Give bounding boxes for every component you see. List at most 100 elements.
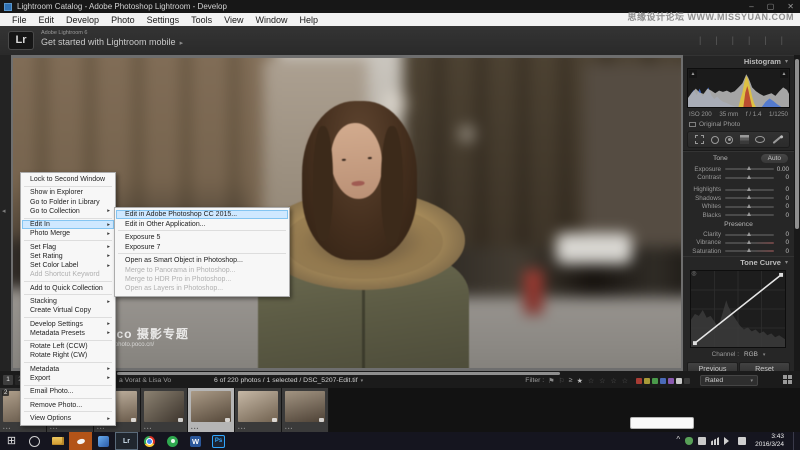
- color-chip[interactable]: [676, 378, 682, 384]
- highlight-clipping-icon[interactable]: ▲: [780, 70, 788, 78]
- module-tab[interactable]: [774, 35, 790, 45]
- slider-thumb[interactable]: [747, 240, 751, 244]
- panel-collapse-icon[interactable]: ◂: [2, 207, 6, 215]
- context-menu-item[interactable]: Go to Collection ▸: [22, 207, 114, 216]
- submenu-item[interactable]: Open as Layers in Photoshop...: [116, 284, 288, 293]
- show-desktop-button[interactable]: [793, 432, 796, 450]
- slider-thumb[interactable]: [747, 232, 751, 236]
- filmstrip-thumbnail[interactable]: [282, 388, 329, 432]
- slider-row[interactable]: Blacks 0: [683, 211, 794, 219]
- context-menu-item[interactable]: Set Flag ▸: [22, 243, 114, 252]
- menu-bar-item[interactable]: Settings: [141, 15, 186, 25]
- module-tab[interactable]: [725, 35, 741, 45]
- color-chip[interactable]: [636, 378, 642, 384]
- histogram[interactable]: ▲ ▲: [687, 68, 790, 108]
- context-menu-item[interactable]: Add to Quick Collection ▸: [22, 284, 114, 293]
- identity-plate[interactable]: Get started with Lightroom mobile▸: [41, 37, 183, 47]
- filmstrip-thumbnail[interactable]: [235, 388, 282, 432]
- star-icon[interactable]: ☆: [599, 377, 606, 385]
- submenu-item[interactable]: Merge to HDR Pro in Photoshop...: [116, 275, 288, 284]
- flag-pick-icon[interactable]: ⚑: [548, 377, 554, 385]
- slider-thumb[interactable]: [747, 248, 751, 252]
- context-menu-item[interactable]: Rotate Left (CCW) ▸: [22, 342, 114, 351]
- security-tray-icon[interactable]: [685, 437, 693, 445]
- taskbar-clock[interactable]: 3:43 2016/3/24: [751, 433, 788, 449]
- slider-row[interactable]: Vibrance 0: [683, 239, 794, 247]
- crop-overlay-icon[interactable]: [695, 135, 704, 144]
- context-menu-item[interactable]: Email Photo... ▸: [22, 387, 114, 396]
- submenu-item[interactable]: Exposure 7: [116, 242, 288, 251]
- submenu-item[interactable]: Merge to Panorama in Photoshop...: [116, 265, 288, 274]
- word-icon[interactable]: [184, 432, 207, 450]
- star-icon[interactable]: ★: [577, 377, 584, 385]
- menu-bar-item[interactable]: Develop: [60, 15, 105, 25]
- panel-scrollbar[interactable]: [794, 55, 800, 371]
- module-tab[interactable]: [692, 35, 708, 45]
- adjustment-brush-icon[interactable]: [772, 136, 781, 144]
- flag-reject-icon[interactable]: ⚐: [558, 377, 564, 385]
- message-icon[interactable]: [738, 437, 746, 445]
- filmstrip-grid-icon[interactable]: [783, 375, 792, 384]
- targeted-adjustment-icon[interactable]: ◎: [690, 270, 698, 278]
- network-icon[interactable]: [711, 437, 719, 445]
- photoshop-icon[interactable]: [207, 432, 230, 450]
- red-eye-icon[interactable]: [725, 136, 733, 144]
- rating-operator[interactable]: ≥: [569, 377, 573, 384]
- context-menu-item[interactable]: Go to Folder in Library ▸: [22, 198, 114, 207]
- context-menu-item[interactable]: Add Shortcut Keyword ▸: [22, 270, 114, 279]
- context-menu-item[interactable]: Metadata ▸: [22, 365, 114, 374]
- context-menu-item[interactable]: Photo Merge ▸: [22, 229, 114, 238]
- app-blue-icon[interactable]: [92, 432, 115, 450]
- auto-tone-button[interactable]: Auto: [760, 153, 789, 164]
- slider-row[interactable]: Clarity 0: [683, 230, 794, 238]
- context-menu-item[interactable]: Lock to Second Window ▸: [22, 175, 114, 184]
- module-tab[interactable]: [708, 35, 724, 45]
- menu-bar-item[interactable]: Tools: [185, 15, 218, 25]
- submenu-item[interactable]: Edit in Adobe Photoshop CC 2015...: [116, 210, 288, 219]
- tray-expand-icon[interactable]: ^: [676, 436, 680, 444]
- color-chip[interactable]: [684, 378, 690, 384]
- context-menu-item[interactable]: Set Color Label ▸: [22, 261, 114, 270]
- slider-row[interactable]: Highlights 0: [683, 186, 794, 194]
- menu-bar-item[interactable]: File: [6, 15, 33, 25]
- context-menu-item[interactable]: Develop Settings ▸: [22, 320, 114, 329]
- filmstrip-thumbnail[interactable]: [188, 388, 235, 432]
- context-menu-item[interactable]: Stacking ▸: [22, 297, 114, 306]
- filmstrip-scrollbar[interactable]: [117, 372, 560, 375]
- filmstrip-thumbnail[interactable]: [141, 388, 188, 432]
- filmstrip-status[interactable]: 6 of 220 photos / 1 selected / DSC_5207-…: [214, 377, 363, 384]
- color-chip[interactable]: [652, 378, 658, 384]
- tone-curve[interactable]: ◎: [690, 270, 786, 348]
- slider-row[interactable]: Shadows 0: [683, 194, 794, 202]
- context-menu-item[interactable]: View Options ▸: [22, 414, 114, 423]
- menu-bar-item[interactable]: View: [218, 15, 249, 25]
- context-menu-item[interactable]: Edit In ▸: [22, 220, 114, 229]
- cortana-icon[interactable]: [23, 432, 46, 450]
- file-explorer-icon[interactable]: [46, 432, 69, 450]
- lightroom-icon[interactable]: [115, 432, 138, 450]
- slider-row[interactable]: Exposure 0.00: [683, 165, 794, 173]
- menu-bar-item[interactable]: Edit: [33, 15, 61, 25]
- context-menu-item[interactable]: Remove Photo... ▸: [22, 401, 114, 410]
- app-orange-icon[interactable]: [69, 432, 92, 450]
- slider-thumb[interactable]: [747, 187, 751, 191]
- slider-row[interactable]: Whites 0: [683, 203, 794, 211]
- slider-thumb[interactable]: [747, 212, 751, 216]
- app-green-icon[interactable]: [161, 432, 184, 450]
- context-menu-item[interactable]: Rotate Right (CW) ▸: [22, 351, 114, 360]
- color-chip[interactable]: [660, 378, 666, 384]
- submenu-item[interactable]: Open as Smart Object in Photoshop...: [116, 256, 288, 265]
- star-icon[interactable]: ☆: [622, 377, 629, 385]
- context-menu-item[interactable]: Metadata Presets ▸: [22, 329, 114, 338]
- histogram-header[interactable]: Histogram▾: [683, 55, 794, 67]
- color-chip[interactable]: [644, 378, 650, 384]
- graduated-filter-icon[interactable]: [740, 135, 749, 144]
- slider-row[interactable]: Saturation 0: [683, 247, 794, 255]
- slider-row[interactable]: Contrast 0: [683, 173, 794, 181]
- menu-bar-item[interactable]: Help: [294, 15, 325, 25]
- start-icon[interactable]: [0, 432, 23, 450]
- tone-curve-header[interactable]: Tone Curve▾: [683, 256, 794, 268]
- channel-value[interactable]: RGB: [744, 351, 758, 358]
- scrollbar-thumb[interactable]: [795, 59, 799, 229]
- context-menu-item[interactable]: Export ▸: [22, 374, 114, 383]
